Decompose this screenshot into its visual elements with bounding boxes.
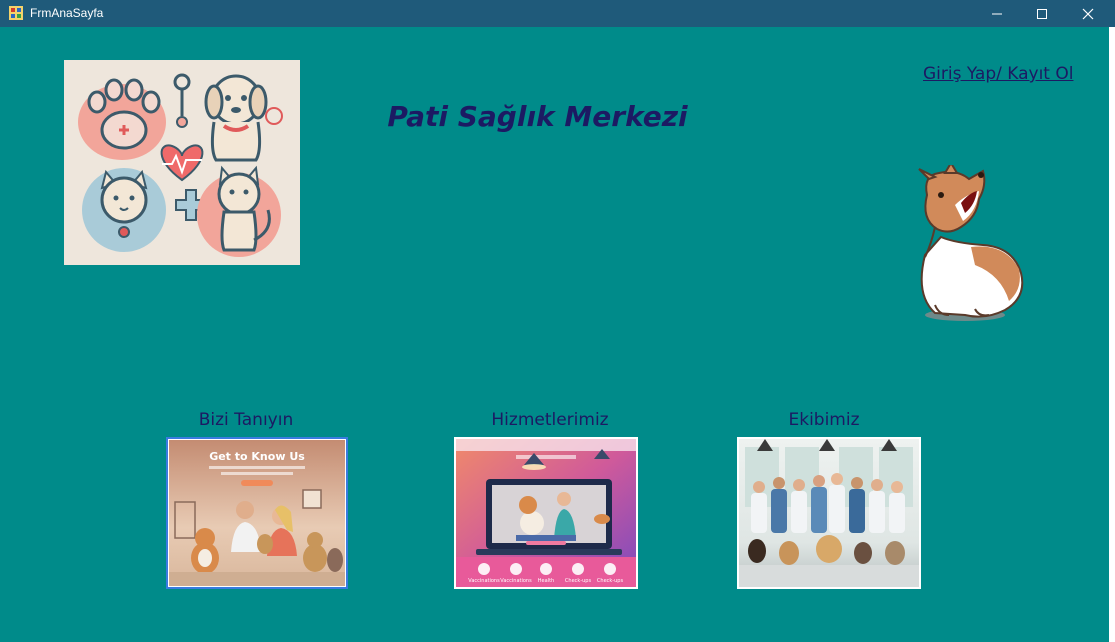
services-picture-button[interactable]: Vaccinations Vaccinations Health Check-u… [454, 437, 638, 589]
minimize-button[interactable] [974, 0, 1020, 27]
app-icon [9, 6, 23, 20]
window-edge [1109, 27, 1115, 642]
close-icon [1082, 8, 1094, 20]
page-title: Pati Sağlık Merkezi [387, 100, 688, 133]
tab-vaccinations-2: Vaccinations [500, 578, 532, 584]
clinic-logo-image [64, 60, 300, 265]
about-us-picture-button[interactable]: Get to Know Us [166, 437, 348, 589]
minimize-icon [992, 13, 1002, 15]
login-register-link[interactable]: Giriş Yap/ Kayıt Ol [923, 64, 1073, 84]
tab-health: Health [538, 578, 554, 584]
services-label: Hizmetlerimiz [491, 410, 609, 430]
tab-checkups-1: Check-ups [565, 578, 592, 584]
tab-checkups-2: Check-ups [597, 578, 624, 584]
maximize-button[interactable] [1019, 0, 1065, 27]
maximize-icon [1037, 9, 1047, 19]
about-us-label: Bizi Tanıyın [198, 410, 294, 430]
window-title: FrmAnaSayfa [30, 6, 104, 20]
team-label: Ekibimiz [788, 410, 860, 430]
window-titlebar: FrmAnaSayfa [0, 0, 1115, 27]
about-us-image-heading: Get to Know Us [209, 450, 305, 463]
tab-vaccinations-1: Vaccinations [468, 578, 500, 584]
close-button[interactable] [1065, 0, 1111, 27]
corgi-image [905, 161, 1035, 330]
team-picture-button[interactable] [737, 437, 921, 589]
